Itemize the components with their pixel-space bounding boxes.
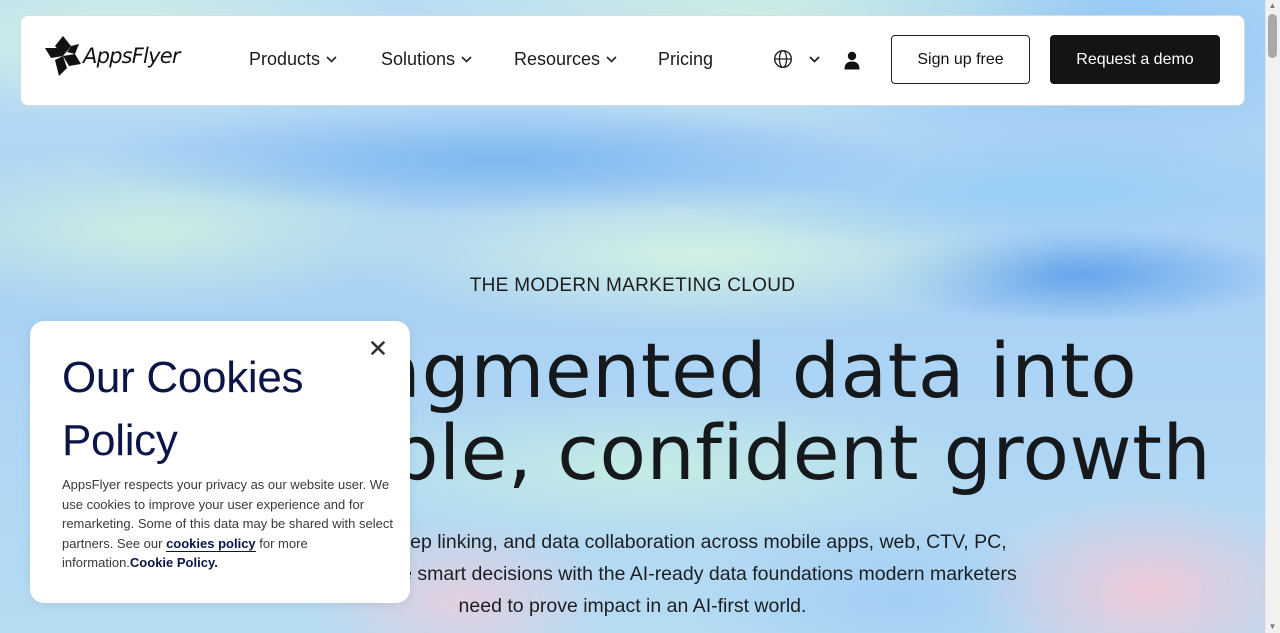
appsflyer-logo[interactable]: AppsFlyer xyxy=(45,35,180,77)
cookies-policy-link[interactable]: cookies policy xyxy=(166,535,256,552)
chevron-down-icon xyxy=(326,56,337,63)
account-button[interactable] xyxy=(843,51,861,75)
nav-solutions[interactable]: Solutions xyxy=(381,49,472,70)
scroll-thumb[interactable] xyxy=(1268,14,1277,58)
globe-icon xyxy=(773,49,793,69)
cookie-title: Our Cookies Policy xyxy=(62,353,304,465)
close-cookie-button[interactable] xyxy=(370,340,386,356)
nav-resources-label: Resources xyxy=(514,49,601,69)
cookie-policy-bold-link[interactable]: Cookie Policy. xyxy=(130,555,218,570)
nav-resources[interactable]: Resources xyxy=(514,49,617,70)
nav-products[interactable]: Products xyxy=(249,49,337,70)
chevron-down-icon xyxy=(461,56,472,63)
scroll-down-arrow[interactable]: ▼ xyxy=(1268,623,1277,631)
hero-eyebrow: THE MODERN MARKETING CLOUD xyxy=(469,275,796,296)
brand-name: AppsFlyer xyxy=(83,44,180,68)
request-demo-button[interactable]: Request a demo xyxy=(1050,35,1220,84)
user-icon xyxy=(844,51,860,70)
page-scrollbar[interactable]: ▲ ▼ xyxy=(1265,0,1280,633)
appsflyer-logo-icon xyxy=(45,36,81,76)
chevron-down-icon xyxy=(606,56,617,63)
nav-pricing-label: Pricing xyxy=(658,49,714,69)
sign-up-free-button[interactable]: Sign up free xyxy=(891,35,1030,84)
scroll-up-arrow[interactable]: ▲ xyxy=(1268,2,1277,10)
language-selector[interactable] xyxy=(773,49,820,69)
cookie-policy-popup: Our Cookies Policy AppsFlyer respects yo… xyxy=(30,321,410,603)
top-navbar: AppsFlyer Products Solutions Resources P… xyxy=(20,15,1245,106)
close-icon xyxy=(371,341,385,355)
nav-solutions-label: Solutions xyxy=(381,49,456,69)
nav-pricing[interactable]: Pricing xyxy=(658,49,713,70)
chevron-down-icon xyxy=(809,55,820,63)
nav-products-label: Products xyxy=(249,49,321,69)
cookie-body: AppsFlyer respects your privacy as our w… xyxy=(62,475,398,573)
